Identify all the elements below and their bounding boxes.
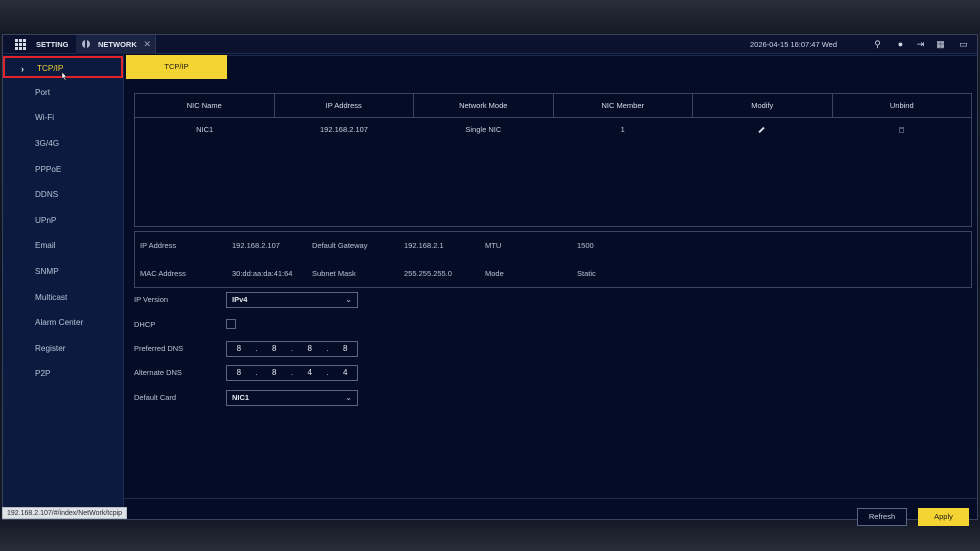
mode-label: Mode: [485, 269, 504, 278]
tab-tcpip[interactable]: TCP/IP: [126, 55, 227, 79]
search-icon[interactable]: ⚲: [872, 39, 883, 50]
default-card-label: Default Card: [134, 393, 177, 402]
dns-octet[interactable]: 8: [262, 342, 286, 356]
column-header: IP Address: [275, 94, 414, 117]
main-content: TCP/IP NIC Name IP Address Network Mode …: [124, 55, 977, 526]
sidebar-item-tcpip[interactable]: › TCP/IP: [3, 56, 123, 81]
chevron-down-icon: ⌄: [345, 393, 352, 402]
mac-address-label: MAC Address: [140, 269, 186, 278]
logout-icon[interactable]: ⇥: [915, 39, 926, 50]
ip-version-select[interactable]: IPv4 ⌄: [226, 292, 358, 308]
column-header: NIC Name: [135, 94, 275, 117]
refresh-button[interactable]: Refresh: [857, 508, 907, 526]
mtu-label: MTU: [485, 241, 502, 250]
apps-grid-icon[interactable]: [15, 39, 26, 50]
sidebar-item-snmp[interactable]: SNMP: [3, 261, 124, 283]
gateway-value: 192.168.2.1: [404, 241, 444, 250]
pencil-icon[interactable]: [758, 126, 766, 134]
sidebar-item-register[interactable]: Register: [3, 338, 124, 360]
alternate-dns-input[interactable]: 8. 8. 4. 4: [226, 365, 358, 381]
sidebar-item-port[interactable]: Port: [3, 82, 124, 104]
trash-icon[interactable]: [898, 127, 904, 134]
column-header: Unbind: [889, 101, 914, 110]
ip-address-value: 192.168.2.107: [232, 241, 280, 250]
browser-status-url: 192.168.2.107/#/index/NetWork/tcpip: [2, 507, 128, 519]
preferred-dns-input[interactable]: 8. 8. 8. 8: [226, 341, 358, 357]
dns-octet[interactable]: 8: [227, 342, 251, 356]
nic-info-panel: IP Address 192.168.2.107 Default Gateway…: [134, 231, 972, 288]
nic-mode-cell: Single NIC: [465, 125, 502, 134]
sidebar-item-label: TCP/IP: [37, 64, 64, 73]
dns-octet[interactable]: 8: [227, 366, 251, 380]
mouse-cursor-icon: [61, 72, 67, 81]
monitor-icon[interactable]: ▭: [958, 39, 969, 50]
column-header: NIC Member: [554, 94, 693, 117]
nic-name-cell: NIC1: [196, 125, 214, 134]
sidebar-item-alarm-center[interactable]: Alarm Center: [3, 312, 124, 334]
default-card-select[interactable]: NIC1 ⌄: [226, 390, 358, 406]
ip-version-label: IP Version: [134, 295, 169, 304]
dhcp-checkbox[interactable]: [226, 319, 236, 329]
ip-version-value: IPv4: [232, 295, 248, 304]
ip-address-label: IP Address: [140, 241, 177, 250]
footer-divider: [124, 498, 977, 499]
chevron-down-icon: ⌄: [345, 295, 352, 304]
chevron-right-icon: ›: [21, 64, 24, 74]
table-header: NIC Name IP Address Network Mode NIC Mem…: [135, 94, 971, 118]
nic-table: NIC Name IP Address Network Mode NIC Mem…: [134, 93, 972, 227]
dns-octet[interactable]: 8: [298, 342, 322, 356]
close-icon[interactable]: ✕: [143, 35, 151, 54]
modify-cell: [692, 118, 831, 142]
apply-button[interactable]: Apply: [918, 508, 969, 526]
dns-octet[interactable]: 8: [262, 366, 286, 380]
column-header: Modify: [693, 94, 833, 117]
sidebar-item-email[interactable]: Email: [3, 235, 124, 257]
datetime-display: 2026-04-15 16:07:47 Wed: [750, 40, 838, 49]
column-header: Network Mode: [414, 94, 554, 117]
dns-octet[interactable]: 4: [298, 366, 322, 380]
network-tab-label: NETWORK: [98, 40, 137, 49]
mode-value: Static: [577, 269, 596, 278]
dns-octet[interactable]: 4: [333, 366, 357, 380]
app-window: SETTING NETWORK ✕ 2026-04-15 16:07:47 We…: [2, 34, 978, 526]
sidebar: › TCP/IP Port Wi-Fi 3G/4G PPPoE DDNS UPn…: [3, 55, 124, 519]
sidebar-item-wifi[interactable]: Wi-Fi: [3, 107, 124, 129]
dns-octet[interactable]: 8: [333, 342, 357, 356]
sidebar-item-ddns[interactable]: DDNS: [3, 184, 124, 206]
sidebar-item-multicast[interactable]: Multicast: [3, 287, 124, 309]
preferred-dns-label: Preferred DNS: [134, 344, 184, 353]
setting-tab[interactable]: SETTING: [36, 35, 69, 54]
top-bar: SETTING NETWORK ✕ 2026-04-15 16:07:47 We…: [3, 35, 977, 54]
table-row: NIC1 192.168.2.107 Single NIC 1: [135, 118, 971, 142]
dhcp-label: DHCP: [134, 320, 156, 329]
gateway-label: Default Gateway: [312, 241, 368, 250]
mtu-value: 1500: [577, 241, 594, 250]
sidebar-item-3g4g[interactable]: 3G/4G: [3, 133, 124, 155]
nic-member-cell: 1: [620, 125, 625, 134]
nic-ip-cell: 192.168.2.107: [320, 125, 368, 134]
sidebar-item-pppoe[interactable]: PPPoE: [3, 159, 124, 181]
subnet-mask-value: 255.255.255.0: [404, 269, 452, 278]
qr-icon[interactable]: ▦: [935, 39, 946, 50]
sidebar-item-upnp[interactable]: UPnP: [3, 210, 124, 232]
user-icon[interactable]: ●: [895, 39, 906, 50]
default-card-value: NIC1: [232, 393, 250, 402]
network-tab[interactable]: NETWORK ✕: [76, 35, 156, 54]
sidebar-item-p2p[interactable]: P2P: [3, 363, 124, 385]
alternate-dns-label: Alternate DNS: [134, 368, 182, 377]
unbind-cell: [832, 118, 971, 142]
mac-address-value: 30:dd:aa:da:41:64: [232, 269, 293, 278]
globe-icon: [82, 40, 90, 48]
subnet-mask-label: Subnet Mask: [312, 269, 356, 278]
tab-divider: [227, 55, 977, 56]
